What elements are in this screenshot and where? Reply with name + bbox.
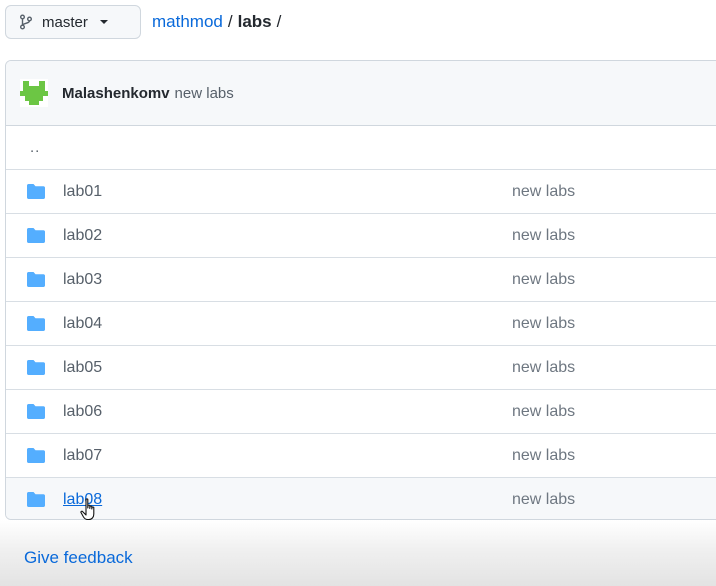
branch-name: master xyxy=(42,13,88,31)
file-row: lab02 new labs xyxy=(6,214,716,258)
breadcrumb: mathmod / labs / xyxy=(152,12,286,32)
folder-icon xyxy=(27,228,45,243)
file-row: lab01 new labs xyxy=(6,170,716,214)
folder-icon xyxy=(27,360,45,375)
file-row: lab03 new labs xyxy=(6,258,716,302)
folder-icon xyxy=(27,404,45,419)
folder-icon xyxy=(27,492,45,507)
file-browser: Malashenkomv new labs .. lab01 new labs … xyxy=(5,60,716,520)
identicon-avatar[interactable] xyxy=(20,79,48,107)
file-row: lab07 new labs xyxy=(6,434,716,478)
breadcrumb-current-dir: labs xyxy=(237,12,272,31)
file-commit-message[interactable]: new labs xyxy=(512,183,575,201)
file-name-link[interactable]: lab05 xyxy=(63,359,102,377)
latest-commit-bar: Malashenkomv new labs xyxy=(6,61,716,126)
commit-message-link[interactable]: new labs xyxy=(175,85,234,102)
file-commit-message[interactable]: new labs xyxy=(512,359,575,377)
file-row: lab08 new labs xyxy=(6,478,716,519)
folder-icon xyxy=(27,316,45,331)
git-branch-icon xyxy=(18,14,34,30)
file-commit-message[interactable]: new labs xyxy=(512,271,575,289)
file-commit-message[interactable]: new labs xyxy=(512,447,575,465)
give-feedback-link[interactable]: Give feedback xyxy=(24,548,133,568)
file-name-link[interactable]: lab04 xyxy=(63,315,102,333)
parent-directory-link[interactable]: .. xyxy=(30,139,40,156)
folder-icon xyxy=(27,272,45,287)
file-name-link[interactable]: lab01 xyxy=(63,183,102,201)
breadcrumb-repo-link[interactable]: mathmod xyxy=(152,12,223,32)
parent-directory-row[interactable]: .. xyxy=(6,126,716,170)
file-row: lab06 new labs xyxy=(6,390,716,434)
file-name-link[interactable]: lab03 xyxy=(63,271,102,289)
file-commit-message[interactable]: new labs xyxy=(512,491,575,509)
branch-select-button[interactable]: master xyxy=(5,5,141,39)
chevron-down-icon xyxy=(99,20,108,24)
folder-icon xyxy=(27,448,45,463)
file-name-link[interactable]: lab02 xyxy=(63,227,102,245)
file-row: lab04 new labs xyxy=(6,302,716,346)
file-name-link[interactable]: lab08 xyxy=(63,491,102,509)
repo-nav-bar: master mathmod / labs / xyxy=(5,4,286,40)
file-name-link[interactable]: lab06 xyxy=(63,403,102,421)
commit-author-link[interactable]: Malashenkomv xyxy=(62,85,170,102)
file-commit-message[interactable]: new labs xyxy=(512,403,575,421)
file-commit-message[interactable]: new labs xyxy=(512,315,575,333)
breadcrumb-separator: / xyxy=(227,12,233,31)
file-name-link[interactable]: lab07 xyxy=(63,447,102,465)
file-commit-message[interactable]: new labs xyxy=(512,227,575,245)
folder-icon xyxy=(27,184,45,199)
breadcrumb-trailing-separator: / xyxy=(276,12,282,31)
file-row: lab05 new labs xyxy=(6,346,716,390)
